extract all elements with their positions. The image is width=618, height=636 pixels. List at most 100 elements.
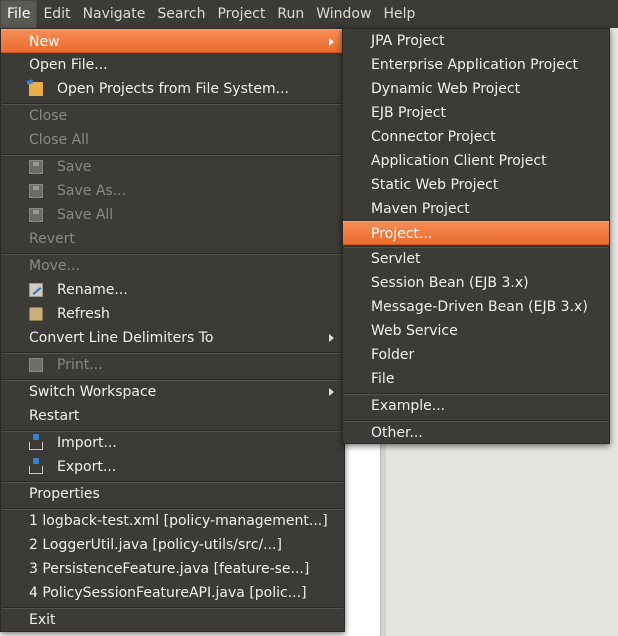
menu-item-label: Project... [371, 226, 433, 242]
menu-item-label: Revert [29, 231, 75, 247]
menu-item-save-as[interactable]: Save As... [1, 179, 344, 203]
menu-item-label: 1 logback-test.xml [policy-management...… [29, 513, 328, 529]
menu-item-label: Servlet [371, 251, 421, 267]
recent-file-2[interactable]: 2 LoggerUtil.java [policy-utils/src/...] [1, 533, 344, 557]
menu-item-revert[interactable]: Revert [1, 227, 344, 251]
new-static-web-project[interactable]: Static Web Project [343, 173, 609, 197]
new-dynamic-web-project[interactable]: Dynamic Web Project [343, 77, 609, 101]
menu-item-new[interactable]: New [1, 29, 344, 53]
menu-item-label: Message-Driven Bean (EJB 3.x) [371, 299, 588, 315]
menu-item-label: Save As... [57, 183, 127, 199]
new-ejb-project[interactable]: EJB Project [343, 101, 609, 125]
menu-item-label: Application Client Project [371, 153, 547, 169]
menu-item-label: Static Web Project [371, 177, 499, 193]
menu-item-label: Import... [57, 435, 117, 451]
menu-item-label: Example... [371, 398, 446, 414]
menu-item-label: Open File... [29, 57, 108, 73]
menu-item-label: Enterprise Application Project [371, 57, 579, 73]
new-other[interactable]: Other... [343, 421, 609, 445]
menu-item-label: Close [29, 108, 68, 124]
menu-item-move[interactable]: Move... [1, 254, 344, 278]
menu-item-label: Move... [29, 258, 80, 274]
menu-search[interactable]: Search [151, 0, 211, 28]
new-session-bean[interactable]: Session Bean (EJB 3.x) [343, 271, 609, 295]
menu-item-label: Other... [371, 425, 423, 441]
menu-item-label: 4 PolicySessionFeatureAPI.java [polic...… [29, 585, 307, 601]
menu-item-label: New [29, 34, 60, 50]
new-connector-project[interactable]: Connector Project [343, 125, 609, 149]
new-submenu: JPA Project Enterprise Application Proje… [342, 28, 610, 444]
menu-item-label: Exit [29, 612, 56, 628]
menu-item-switch-workspace[interactable]: Switch Workspace [1, 380, 344, 404]
menu-item-import[interactable]: Import... [1, 431, 344, 455]
menu-project[interactable]: Project [211, 0, 271, 28]
menu-item-save[interactable]: Save [1, 155, 344, 179]
menu-item-open-projects[interactable]: Open Projects from File System... [1, 77, 344, 101]
submenu-arrow-icon [329, 334, 334, 342]
menu-item-close[interactable]: Close [1, 104, 344, 128]
refresh-icon [29, 307, 43, 321]
recent-file-4[interactable]: 4 PolicySessionFeatureAPI.java [polic...… [1, 581, 344, 605]
file-menu: New Open File... Open Projects from File… [0, 28, 345, 632]
import-icon [29, 434, 43, 450]
menu-item-open-file[interactable]: Open File... [1, 53, 344, 77]
menu-item-label: Properties [29, 486, 100, 502]
menu-item-label: Web Service [371, 323, 458, 339]
menu-item-label: Close All [29, 132, 89, 148]
new-message-driven-bean[interactable]: Message-Driven Bean (EJB 3.x) [343, 295, 609, 319]
menu-edit[interactable]: Edit [37, 0, 76, 28]
menu-item-label: Export... [57, 459, 117, 475]
menu-item-save-all[interactable]: Save All [1, 203, 344, 227]
recent-file-1[interactable]: 1 logback-test.xml [policy-management...… [1, 509, 344, 533]
save-as-icon [29, 184, 43, 198]
menu-item-label: Folder [371, 347, 415, 363]
menu-item-properties[interactable]: Properties [1, 482, 344, 506]
menu-item-label: Rename... [57, 282, 128, 298]
recent-file-3[interactable]: 3 PersistenceFeature.java [feature-se...… [1, 557, 344, 581]
menu-window[interactable]: Window [310, 0, 377, 28]
menu-item-label: Convert Line Delimiters To [29, 330, 214, 346]
menu-item-label: 3 PersistenceFeature.java [feature-se...… [29, 561, 310, 577]
new-application-client-project[interactable]: Application Client Project [343, 149, 609, 173]
menu-item-export[interactable]: Export... [1, 455, 344, 479]
new-web-service[interactable]: Web Service [343, 319, 609, 343]
menu-item-restart[interactable]: Restart [1, 404, 344, 428]
menu-item-label: Connector Project [371, 129, 496, 145]
menu-item-label: Save All [57, 207, 114, 223]
menu-item-close-all[interactable]: Close All [1, 128, 344, 152]
new-folder[interactable]: Folder [343, 343, 609, 367]
new-example[interactable]: Example... [343, 394, 609, 418]
menu-item-label: Session Bean (EJB 3.x) [371, 275, 529, 291]
menu-item-label: JPA Project [371, 33, 445, 49]
menu-item-label: EJB Project [371, 105, 446, 121]
save-icon [29, 160, 43, 174]
menu-item-label: Save [57, 159, 92, 175]
menu-help[interactable]: Help [377, 0, 421, 28]
new-maven-project[interactable]: Maven Project [343, 197, 609, 221]
new-file[interactable]: File [343, 367, 609, 391]
menu-item-exit[interactable]: Exit [1, 608, 344, 632]
menu-item-label: Refresh [57, 306, 110, 322]
submenu-arrow-icon [329, 38, 334, 46]
menu-item-label: Dynamic Web Project [371, 81, 521, 97]
menu-item-refresh[interactable]: Refresh [1, 302, 344, 326]
submenu-arrow-icon [329, 388, 334, 396]
new-enterprise-application-project[interactable]: Enterprise Application Project [343, 53, 609, 77]
new-jpa-project[interactable]: JPA Project [343, 29, 609, 53]
menu-item-label: Switch Workspace [29, 384, 157, 400]
menu-item-rename[interactable]: Rename... [1, 278, 344, 302]
new-servlet[interactable]: Servlet [343, 247, 609, 271]
menu-file[interactable]: File [0, 0, 38, 28]
menu-item-print[interactable]: Print... [1, 353, 344, 377]
menu-run[interactable]: Run [271, 0, 310, 28]
menu-item-label: Maven Project [371, 201, 470, 217]
menu-item-label: Print... [57, 357, 103, 373]
new-project[interactable]: Project... [343, 221, 609, 245]
save-all-icon [29, 208, 43, 222]
menu-item-label: Open Projects from File System... [57, 81, 289, 97]
menu-item-convert-line-delimiters[interactable]: Convert Line Delimiters To [1, 326, 344, 350]
menu-navigate[interactable]: Navigate [77, 0, 152, 28]
menu-item-label: File [371, 371, 395, 387]
folder-open-icon [29, 82, 43, 96]
export-icon [29, 458, 43, 474]
